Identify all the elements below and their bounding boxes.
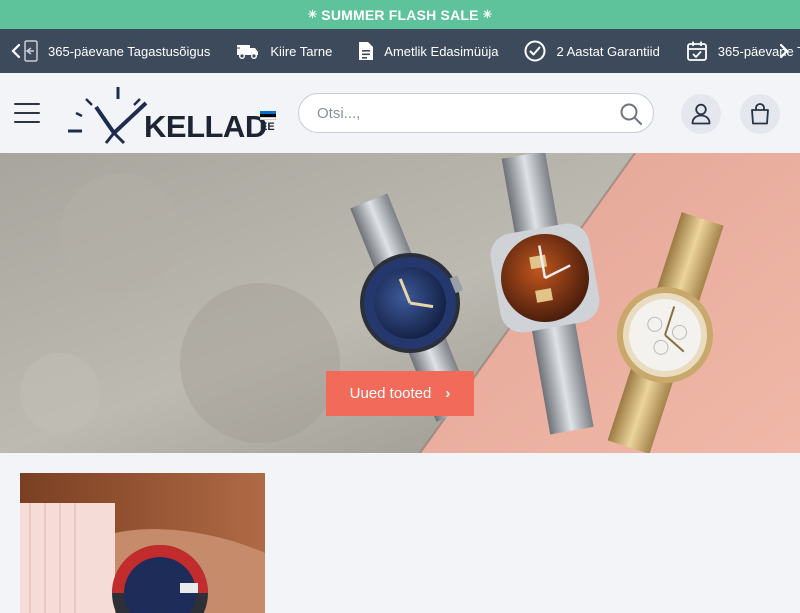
product-section bbox=[0, 453, 800, 613]
usp-label: 2 Aastat Garantiid bbox=[556, 43, 660, 59]
cta-label: Uued tooted bbox=[349, 385, 432, 402]
product-image bbox=[20, 473, 265, 613]
sparkle-icon: ✳ bbox=[307, 9, 318, 21]
account-button[interactable] bbox=[681, 94, 721, 134]
search-input[interactable] bbox=[317, 104, 607, 122]
site-header: KELLAD EE bbox=[0, 73, 800, 153]
check-circle-icon bbox=[524, 40, 546, 62]
logo-wordmark: KELLAD bbox=[144, 109, 267, 144]
shopping-bag-icon bbox=[751, 103, 769, 125]
product-card[interactable] bbox=[20, 473, 265, 613]
usp-label: Kiire Tarne bbox=[270, 43, 333, 59]
search-bar bbox=[298, 93, 654, 133]
chevron-right-icon bbox=[779, 43, 789, 59]
usp-label: 365-päevane Tagastusõigus bbox=[48, 43, 211, 59]
chevron-right-icon: › bbox=[445, 385, 451, 402]
usp-item-delivery: Kiire Tarne bbox=[236, 43, 332, 59]
usp-carousel: 365-päevane Tagastusõigus Kiire Tarne Am… bbox=[0, 29, 800, 73]
menu-button[interactable] bbox=[14, 103, 40, 123]
estonian-flag-icon bbox=[260, 111, 276, 120]
promo-text: SUMMER FLASH SALE bbox=[321, 6, 479, 23]
usp-next-button[interactable] bbox=[774, 29, 794, 73]
usp-prev-button[interactable] bbox=[6, 29, 26, 73]
user-icon bbox=[691, 103, 711, 125]
chevron-left-icon bbox=[11, 43, 21, 59]
usp-item-warranty: 2 Aastat Garantiid bbox=[524, 40, 660, 62]
new-products-button[interactable]: Uued tooted › bbox=[326, 371, 474, 416]
cart-button[interactable] bbox=[740, 94, 780, 134]
sparkle-icon: ✳ bbox=[482, 9, 493, 21]
clock-logo-icon bbox=[68, 87, 148, 145]
site-logo[interactable]: KELLAD EE bbox=[68, 85, 280, 145]
search-icon[interactable] bbox=[619, 102, 643, 126]
truck-icon bbox=[236, 45, 259, 59]
usp-item-official: Ametlik Edasimüüja bbox=[358, 41, 498, 61]
usp-label: Ametlik Edasimüüja bbox=[384, 43, 499, 59]
promo-banner[interactable]: ✳ SUMMER FLASH SALE ✳ bbox=[0, 0, 800, 29]
calendar-check-icon bbox=[686, 41, 707, 61]
usp-item-returns: 365-päevane Tagastusõigus bbox=[22, 40, 210, 62]
logo-tld: EE bbox=[260, 121, 275, 133]
document-icon bbox=[359, 42, 374, 60]
hero-banner[interactable]: Uued tooted › bbox=[0, 153, 800, 453]
